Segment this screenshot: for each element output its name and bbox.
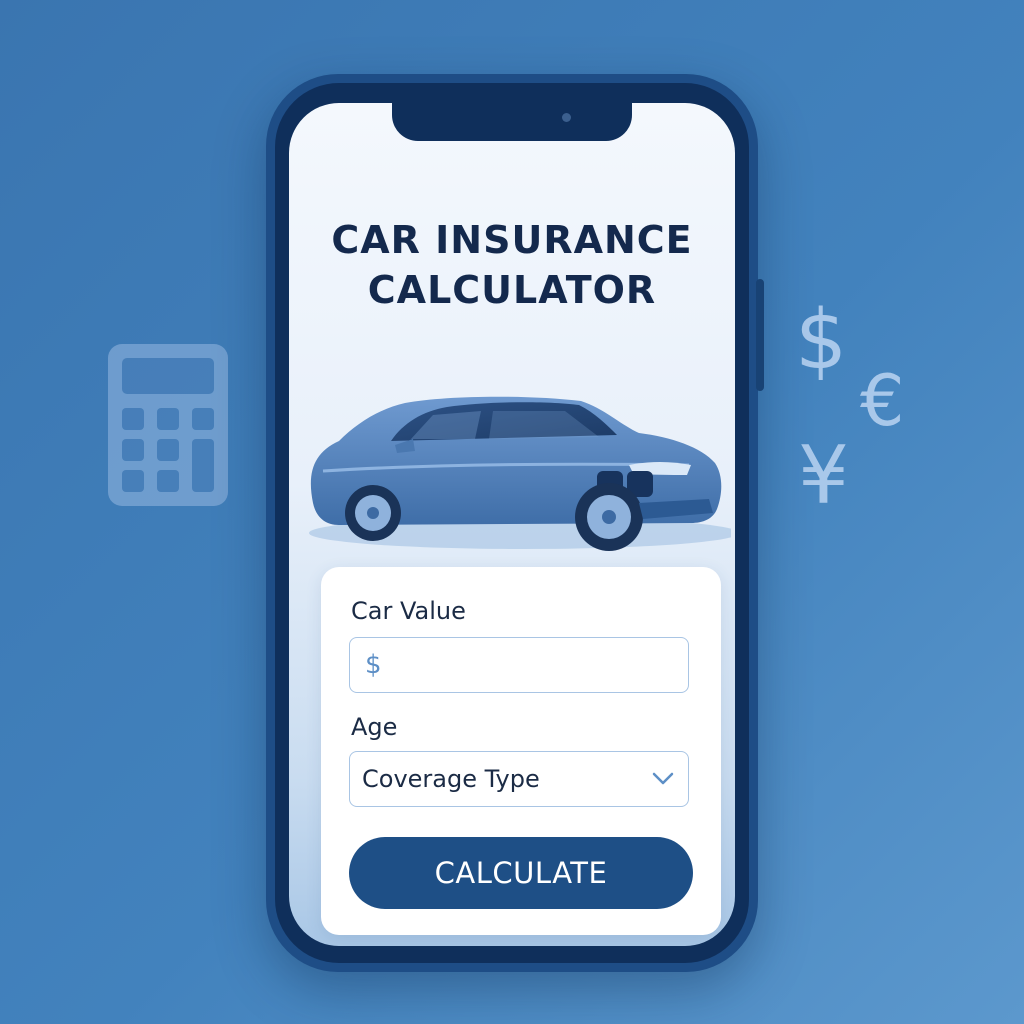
phone-frame: CAR INSURANCE CALCULATOR Car Value $ Age… xyxy=(266,74,764,972)
calculator-keys xyxy=(122,408,214,492)
phone-screen: CAR INSURANCE CALCULATOR Car Value $ Age… xyxy=(289,103,735,946)
phone-side-button xyxy=(756,279,764,391)
euro-icon: € xyxy=(860,360,905,442)
phone-bezel: CAR INSURANCE CALCULATOR Car Value $ Age… xyxy=(275,83,749,963)
camera-icon xyxy=(562,113,571,122)
car-value-label: Car Value xyxy=(351,597,466,625)
calculator-key xyxy=(192,408,214,430)
app-title-line-2: CALCULATOR xyxy=(367,268,657,312)
yen-icon: ¥ xyxy=(798,429,849,522)
car-value-field[interactable]: $ xyxy=(349,637,689,693)
age-label: Age xyxy=(351,713,398,741)
calculator-key xyxy=(122,408,144,430)
dollar-prefix-icon: $ xyxy=(365,650,382,680)
app-title-line-1: CAR INSURANCE xyxy=(331,218,693,262)
car-illustration xyxy=(299,353,735,553)
calculate-button[interactable]: CALCULATE xyxy=(349,837,693,909)
calculator-screen xyxy=(122,358,214,394)
calculator-key xyxy=(157,408,179,430)
chevron-down-icon xyxy=(652,772,674,785)
calculator-form: Car Value $ Age Coverage Type CALCULATE xyxy=(321,567,721,935)
car-icon xyxy=(309,396,735,551)
phone-notch xyxy=(392,103,632,141)
calculator-key xyxy=(192,439,214,492)
app-title: CAR INSURANCE CALCULATOR xyxy=(289,215,735,315)
dollar-icon: $ xyxy=(795,293,848,388)
calculator-key xyxy=(122,439,144,461)
coverage-type-value: Coverage Type xyxy=(362,765,540,793)
calculator-icon xyxy=(108,344,228,506)
calculator-key xyxy=(157,439,179,461)
calculator-key xyxy=(157,470,179,492)
car-value-input[interactable] xyxy=(394,646,678,686)
coverage-type-select[interactable]: Coverage Type xyxy=(349,751,689,807)
calculator-key xyxy=(122,470,144,492)
